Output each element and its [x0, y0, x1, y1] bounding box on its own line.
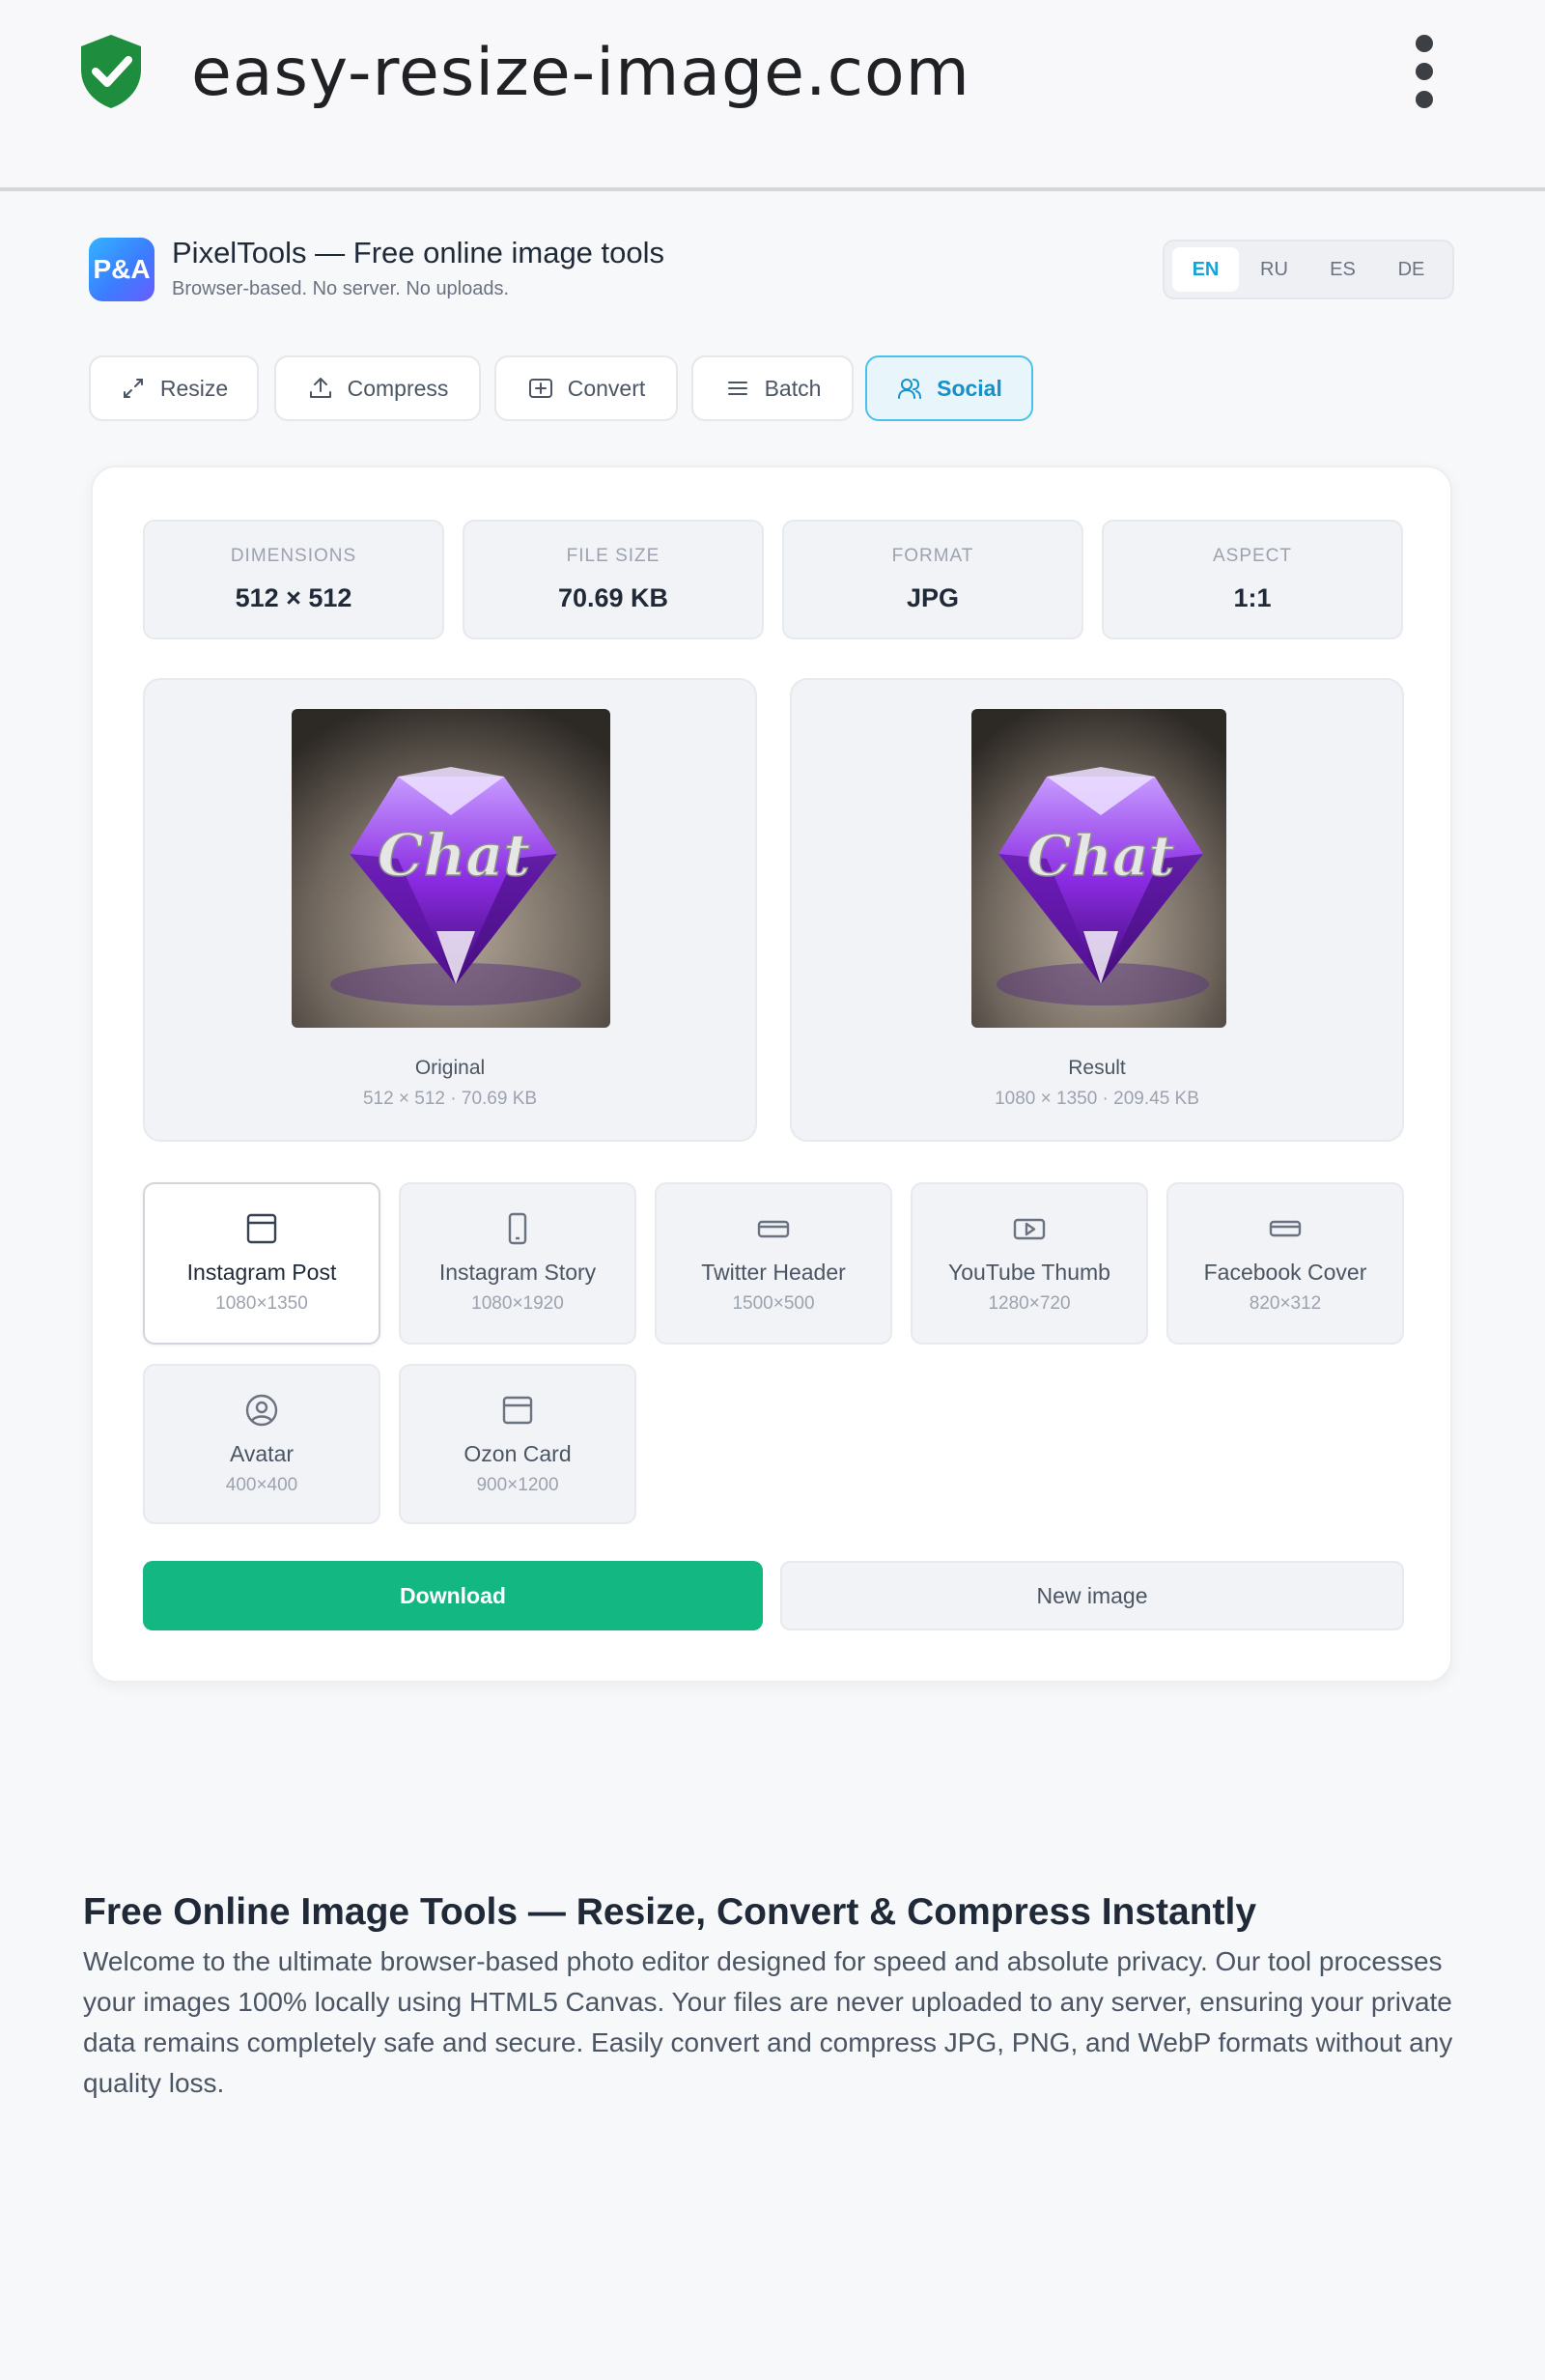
image-overlay-text: Chat	[378, 822, 530, 890]
stat-value: 70.69 KB	[557, 583, 669, 612]
preset-size: 820×312	[1249, 1293, 1322, 1314]
expand-arrows-icon	[123, 379, 143, 398]
preset-name: Ozon Card	[464, 1441, 572, 1466]
language-switcher: EN RU ES DE	[1163, 240, 1454, 299]
stat-file-size: FILE SIZE 70.69 KB	[463, 520, 764, 639]
stat-aspect: ASPECT 1:1	[1102, 520, 1403, 639]
banner-icon	[1269, 1220, 1302, 1237]
tab-label: Batch	[764, 375, 822, 401]
tab-compress[interactable]: Compress	[274, 355, 481, 421]
preset-instagram-post[interactable]: Instagram Post 1080×1350	[143, 1182, 380, 1345]
app-title: PixelTools — Free online image tools	[172, 236, 665, 269]
app-subtitle: Browser-based. No server. No uploads.	[172, 278, 510, 299]
stat-label: FORMAT	[891, 546, 974, 566]
user-circle-icon	[245, 1394, 278, 1427]
tab-batch[interactable]: Batch	[691, 355, 854, 421]
preset-size: 400×400	[225, 1475, 298, 1495]
preset-name: YouTube Thumb	[948, 1260, 1110, 1285]
tab-label: Convert	[567, 375, 646, 401]
app-logo: P&A	[89, 238, 154, 301]
social-resize-panel: DIMENSIONS 512 × 512 FILE SIZE 70.69 KB …	[91, 466, 1452, 1683]
tab-resize[interactable]: Resize	[89, 355, 259, 421]
language-en[interactable]: EN	[1172, 247, 1239, 292]
preset-size: 1080×1350	[215, 1293, 308, 1314]
preset-instagram-story[interactable]: Instagram Story 1080×1920	[399, 1182, 636, 1345]
upload-icon	[309, 378, 331, 398]
original-caption: Original	[414, 1057, 486, 1079]
banner-icon	[757, 1220, 790, 1238]
language-de[interactable]: DE	[1378, 247, 1445, 292]
original-meta: 512 × 512 · 70.69 KB	[362, 1089, 538, 1109]
tab-label: Resize	[159, 375, 229, 401]
language-es[interactable]: ES	[1309, 247, 1376, 292]
seo-heading: Free Online Image Tools — Resize, Conver…	[83, 1891, 1257, 1933]
preset-youtube-thumb[interactable]: YouTube Thumb 1280×720	[911, 1182, 1148, 1345]
stat-dimensions: DIMENSIONS 512 × 512	[143, 520, 444, 639]
tab-label: Social	[937, 375, 1002, 401]
download-button[interactable]: Download	[143, 1561, 763, 1630]
original-image: Chat	[292, 709, 610, 1028]
original-preview: Chat Original 512 × 512 · 70.69 KB	[143, 678, 757, 1142]
result-meta: 1080 × 1350 · 209.45 KB	[995, 1089, 1199, 1109]
new-image-button[interactable]: New image	[780, 1561, 1404, 1630]
result-caption: Result	[1068, 1057, 1126, 1079]
tab-convert[interactable]: Convert	[494, 355, 678, 421]
preset-size: 1500×500	[732, 1293, 815, 1314]
stat-value: 512 × 512	[235, 583, 352, 612]
image-overlay-text: Chat	[1027, 823, 1175, 889]
preset-twitter-header[interactable]: Twitter Header 1500×500	[655, 1182, 892, 1345]
seo-paragraph: Welcome to the ultimate browser-based ph…	[83, 1946, 1453, 2098]
language-ru[interactable]: RU	[1241, 247, 1307, 292]
stat-value: 1:1	[1233, 583, 1272, 612]
preset-name: Instagram Post	[186, 1260, 337, 1285]
kebab-menu-icon[interactable]	[1410, 33, 1439, 110]
stat-label: DIMENSIONS	[230, 546, 357, 566]
preset-size: 1080×1920	[471, 1293, 564, 1314]
preset-name: Twitter Header	[701, 1260, 846, 1285]
address-bar-url[interactable]: easy-resize-image.com	[191, 33, 970, 114]
tab-social[interactable]: Social	[865, 355, 1033, 421]
browser-toolbar: easy-resize-image.com	[0, 0, 1545, 191]
stat-value: JPG	[906, 583, 960, 612]
preset-name: Instagram Story	[438, 1260, 597, 1285]
square-post-icon	[246, 1213, 277, 1244]
preset-avatar[interactable]: Avatar 400×400	[143, 1364, 380, 1524]
card-icon	[502, 1396, 533, 1425]
stat-label: FILE SIZE	[566, 546, 660, 566]
play-box-icon	[1013, 1218, 1046, 1240]
tab-label: Compress	[347, 375, 449, 401]
result-image: Chat	[971, 709, 1226, 1028]
preset-name: Avatar	[229, 1441, 295, 1466]
preset-facebook-cover[interactable]: Facebook Cover 820×312	[1166, 1182, 1404, 1345]
preset-name: Facebook Cover	[1203, 1260, 1367, 1285]
shield-check-icon[interactable]	[77, 33, 145, 110]
stat-label: ASPECT	[1212, 546, 1293, 566]
list-icon	[727, 382, 747, 395]
users-icon	[898, 379, 922, 399]
preset-size: 1280×720	[988, 1293, 1071, 1314]
phone-icon	[508, 1212, 527, 1245]
stat-format: FORMAT JPG	[782, 520, 1083, 639]
plus-box-icon	[528, 379, 552, 398]
result-preview: Chat Result 1080 × 1350 · 209.45 KB	[790, 678, 1404, 1142]
preset-size: 900×1200	[476, 1475, 559, 1495]
preset-ozon-card[interactable]: Ozon Card 900×1200	[399, 1364, 636, 1524]
